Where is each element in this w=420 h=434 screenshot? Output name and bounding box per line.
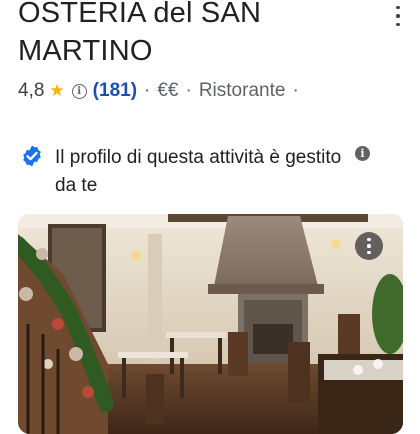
price-level: €€	[157, 80, 179, 101]
more-vert-icon[interactable]	[392, 6, 404, 26]
restaurant-interior-image	[18, 214, 403, 434]
place-category: Ristorante	[198, 80, 286, 101]
more-vert-icon[interactable]	[355, 232, 383, 260]
separator-dot: ·	[185, 80, 192, 101]
rating-value: 4,8	[18, 80, 45, 101]
place-photo[interactable]	[18, 214, 403, 434]
reviews-count-link[interactable]: (181)	[93, 80, 137, 102]
place-meta-row: 4,8 ★ i (181) · €€ · Ristorante ·	[18, 78, 306, 104]
info-icon[interactable]: i	[71, 83, 87, 99]
separator-dot: ·	[144, 80, 151, 101]
info-icon[interactable]: i	[355, 146, 370, 161]
separator-dot: ·	[292, 80, 299, 101]
verified-badge-icon	[23, 145, 41, 167]
managed-profile-notice: Il profilo di questa attività è gestito …	[55, 147, 342, 196]
star-icon: ★	[49, 81, 65, 100]
place-title: OSTERIA del SAN MARTINO	[18, 0, 262, 67]
